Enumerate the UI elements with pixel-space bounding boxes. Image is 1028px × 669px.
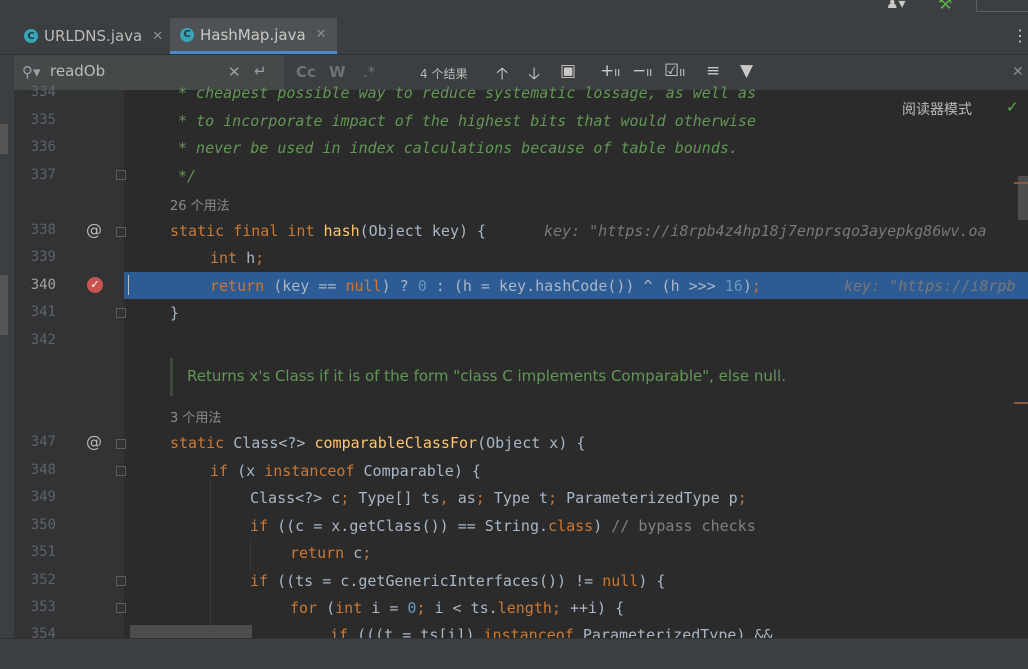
- close-icon[interactable]: ✕: [316, 27, 327, 42]
- tab-urldns[interactable]: C URLDNS.java ✕: [14, 18, 173, 54]
- java-class-icon: C: [180, 27, 194, 42]
- match-case-toggle[interactable]: Cc: [296, 63, 316, 81]
- line-number: 342: [30, 332, 56, 348]
- fold-icon[interactable]: [116, 603, 126, 613]
- line-number: 347: [30, 434, 56, 450]
- code-line: static Class<?> comparableClassFor(Objec…: [170, 434, 586, 452]
- inspection-ok-icon[interactable]: ✓: [1006, 98, 1019, 116]
- add-occurrence-icon[interactable]: +II: [600, 61, 620, 81]
- rendered-doc-comment[interactable]: Returns x's Class if it is of the form "…: [187, 367, 786, 385]
- usages-hint[interactable]: 3 个用法: [170, 407, 221, 426]
- code-line: static final int hash(Object key) {: [170, 222, 487, 240]
- window-top-strip: ♟▾ ⚒: [0, 0, 1028, 18]
- fold-icon[interactable]: [116, 466, 126, 476]
- code-line: if ((ts = c.getGenericInterfaces()) != n…: [250, 572, 666, 590]
- code-comment: * cheapest possible way to reduce system…: [178, 84, 756, 102]
- indent-guide: [210, 480, 211, 638]
- tab-label: URLDNS.java: [44, 27, 143, 45]
- caret: [128, 275, 129, 295]
- remove-occurrence-icon[interactable]: −II: [632, 61, 652, 81]
- debug-inline-value: key: "https://i8rpb4z4hp18j7enprsqo3ayep…: [544, 222, 987, 240]
- filter-settings-icon[interactable]: ≡: [706, 61, 720, 81]
- left-tool-strip: [0, 90, 14, 638]
- code-line: for (int i = 0; i < ts.length; ++i) {: [290, 599, 625, 617]
- fold-icon[interactable]: [116, 439, 126, 449]
- code-line: return (key == null) ? 0 : (h = key.hash…: [210, 277, 761, 295]
- code-comment: // bypass checks: [611, 517, 756, 535]
- line-number: 351: [30, 544, 56, 560]
- open-in-window-icon[interactable]: ▣: [560, 61, 576, 81]
- whole-word-toggle[interactable]: W: [329, 63, 346, 81]
- debug-inline-value: key: "https://i8rpb: [844, 277, 1016, 295]
- line-number: 334: [30, 84, 56, 100]
- scroll-marker: [0, 275, 8, 335]
- horizontal-scrollbar[interactable]: [130, 625, 252, 638]
- regex-toggle[interactable]: .*: [363, 63, 375, 81]
- search-icon[interactable]: ⚲▾: [22, 63, 41, 81]
- doc-comment-bar: [170, 358, 173, 396]
- error-stripe-mark[interactable]: [1014, 402, 1028, 404]
- line-number: 353: [30, 599, 56, 615]
- search-input[interactable]: readOb: [50, 62, 105, 80]
- line-number: 337: [30, 167, 56, 183]
- line-number: 341: [30, 304, 56, 320]
- code-line: Class<?> c; Type[] ts, as; Type t; Param…: [250, 489, 747, 507]
- code-line: if (x instanceof Comparable) {: [210, 462, 481, 480]
- more-tabs-icon[interactable]: ⋮: [1012, 26, 1028, 45]
- fold-icon[interactable]: [116, 308, 126, 318]
- error-stripe-mark[interactable]: [1014, 182, 1028, 184]
- line-number: 336: [30, 139, 56, 155]
- code-line: if ((c = x.getClass()) == String.class) …: [250, 517, 756, 535]
- usages-hint[interactable]: 26 个用法: [170, 195, 230, 214]
- tab-hashmap[interactable]: C HashMap.java ✕: [170, 18, 337, 54]
- close-icon[interactable]: ✕: [152, 29, 163, 44]
- search-result-count: 4 个结果: [420, 67, 468, 81]
- code-comment: * to incorporate impact of the highest b…: [178, 112, 756, 130]
- user-icon[interactable]: ♟▾: [886, 0, 906, 12]
- line-number: 335: [30, 112, 56, 128]
- implements-marker-icon[interactable]: @: [86, 432, 102, 451]
- build-hammer-icon[interactable]: ⚒: [938, 0, 952, 13]
- editor-tab-bar: C URLDNS.java ✕ C HashMap.java ✕ ⋮: [0, 18, 1028, 55]
- code-line: return c;: [290, 544, 372, 562]
- line-number: 339: [30, 249, 56, 265]
- line-number: 352: [30, 572, 56, 588]
- reader-mode-button[interactable]: 阅读器模式: [902, 99, 972, 119]
- run-config-selector[interactable]: [976, 0, 1028, 12]
- filter-icon[interactable]: ▼: [740, 61, 753, 81]
- fold-icon[interactable]: [116, 227, 126, 237]
- fold-icon[interactable]: [116, 576, 126, 586]
- code-comment: * never be used in index calculations be…: [178, 139, 738, 157]
- line-number: 348: [30, 462, 56, 478]
- line-number: 340: [30, 277, 56, 293]
- code-line: int h;: [210, 249, 265, 267]
- select-all-occurrences-icon[interactable]: ☑II: [664, 61, 685, 81]
- clear-search-icon[interactable]: ✕: [228, 63, 241, 81]
- new-line-icon[interactable]: ↵: [254, 62, 267, 80]
- line-number: 338: [30, 222, 56, 238]
- line-number: 350: [30, 517, 56, 533]
- breakpoint-icon[interactable]: ✓: [87, 277, 103, 293]
- line-number: 349: [30, 489, 56, 505]
- tab-label: HashMap.java: [200, 25, 306, 44]
- code-line: }: [170, 304, 180, 322]
- implements-marker-icon[interactable]: @: [86, 220, 102, 239]
- status-bar: [0, 638, 1028, 669]
- code-comment: */: [178, 167, 197, 185]
- scroll-marker: [0, 124, 8, 154]
- close-find-icon[interactable]: ✕: [1012, 64, 1024, 80]
- fold-icon[interactable]: [116, 170, 126, 180]
- java-class-icon: C: [24, 29, 38, 43]
- code-editor[interactable]: [14, 90, 1028, 638]
- indent-guide: [250, 540, 251, 570]
